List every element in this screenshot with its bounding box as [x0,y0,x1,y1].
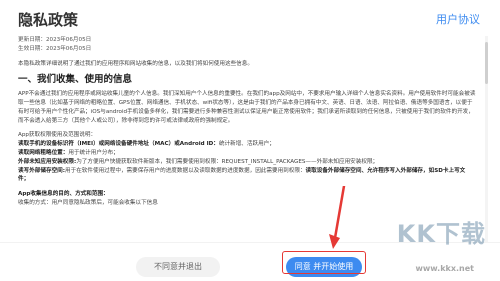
permissions-heading: App获取权限使用及范围说明： [18,132,97,139]
permission-desc: 统计新增、活跃用户； [218,141,275,148]
collect-text: 收集的方式：用户同意隐私政策后，可能会收集以下信息 [18,199,158,206]
permission-label: 读取手机的设备标识符（IMEI）或网络设备硬件地址（MAC）或Android I… [18,141,219,148]
permission-desc: 为了方便用户快捷获取软件新版本，我们需要使用到权限：REQUEST_INSTAL… [76,158,379,165]
header-bar: 隐私政策 用户协议 [0,0,500,36]
permission-item: 读写外部储存空间:用于在软件使用过程中，需要保存用户的进度数据以及读取数据的进度… [18,167,476,185]
permission-item: 读取网络粗略位置：用于统计用户分布； [18,149,476,158]
update-date: 更新日期：2023年06月05日 [18,37,92,43]
permission-item: 外部未知应用安装权限:为了方便用户快捷获取软件新版本，我们需要使用到权限：REQ… [18,158,476,167]
permission-item: 读取手机的设备标识符（IMEI）或网络设备硬件地址（MAC）或Android I… [18,140,476,149]
watermark-url: www.kkx.net [415,264,474,273]
policy-content[interactable]: 更新日期：2023年06月05日 生效日期：2023年06月05日 本隐私政策详… [18,36,476,242]
permission-desc: 用于统计用户分布； [68,149,119,156]
section-paragraph: APP不会通过我们的应用程序或网站收集儿童的个人信息。我们深知用户个人信息的重要… [18,91,476,124]
permission-label: 读取网络粗略位置： [18,149,69,156]
permission-label: 外部未知应用安装权限: [18,158,77,165]
watermark-logo: KK下载 [396,220,486,248]
collect-heading: App收集信息的目的、方式和范围： [18,191,109,198]
page-title: 隐私政策 [18,11,79,29]
decline-exit-button[interactable]: 不同意并退出 [136,257,220,277]
permission-desc: 用于在软件使用过程中，需要保存用户的进度数据以及读取数据的进度数据，因此需要用到… [65,167,306,174]
user-agreement-link[interactable]: 用户协议 [436,11,480,27]
effective-date: 生效日期：2023年06月05日 [18,45,92,52]
scrollbar-thumb[interactable] [485,42,488,84]
highlight-box [282,251,366,274]
scrollbar[interactable] [485,36,488,242]
section-title: 一、我们收集、使用的信息 [18,74,133,86]
permission-label: 读写外部储存空间: [18,167,65,174]
intro-text: 本隐私政策详细说明了通过我们的应用程序和网站收集的信息，以及我们将如何使用这些信… [18,60,253,67]
